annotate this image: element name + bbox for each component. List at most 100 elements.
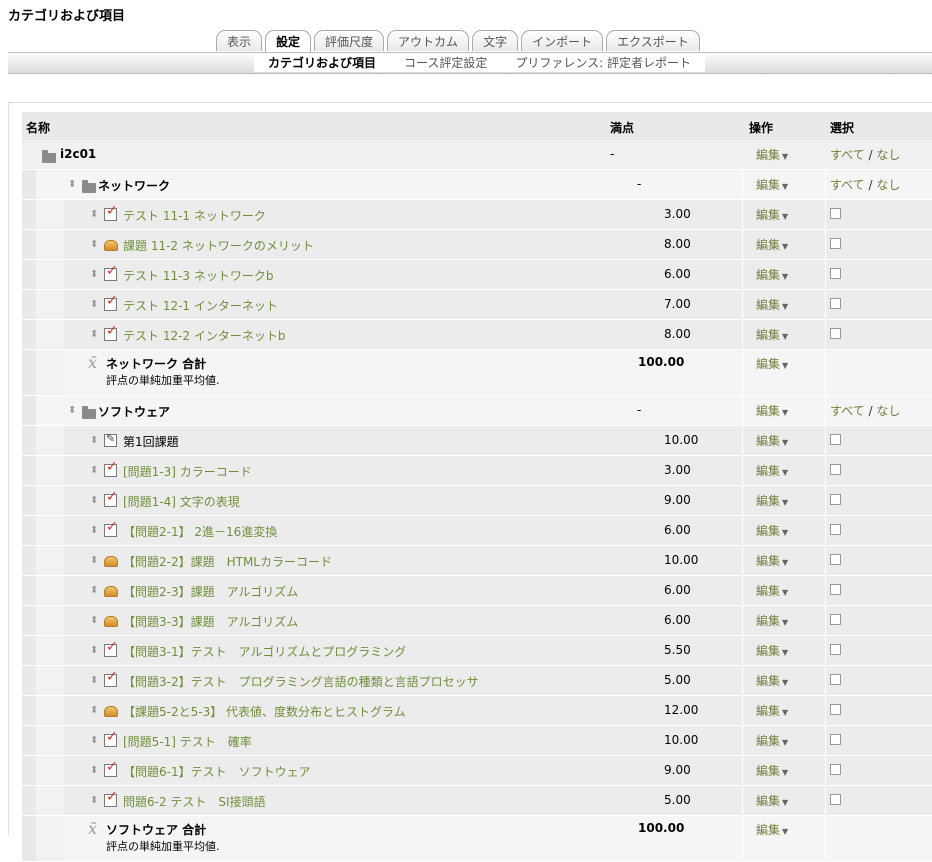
edit-menu[interactable]: 編集 ▼ bbox=[756, 355, 788, 372]
select-all-link[interactable]: すべて bbox=[830, 404, 865, 418]
item-name[interactable]: テスト 12-2 インターネットb bbox=[123, 327, 285, 344]
subtab-1[interactable]: コース評定設定 bbox=[390, 54, 501, 72]
tab-5[interactable]: インポート bbox=[521, 30, 604, 51]
move-icon[interactable]: ⬍ bbox=[90, 645, 102, 656]
move-icon[interactable]: ⬍ bbox=[90, 705, 102, 716]
tab-6[interactable]: エクスポート bbox=[606, 30, 700, 51]
edit-menu[interactable]: 編集 ▼ bbox=[756, 612, 788, 629]
max-grade: - bbox=[637, 177, 642, 191]
item-name[interactable]: 【問題6-1】テスト ソフトウェア bbox=[123, 763, 311, 780]
move-icon[interactable]: ⬍ bbox=[90, 585, 102, 596]
move-icon[interactable]: ⬍ bbox=[90, 495, 102, 506]
select-all-link[interactable]: すべて bbox=[830, 178, 865, 192]
edit-menu[interactable]: 編集 ▼ bbox=[756, 326, 788, 343]
move-icon[interactable]: ⬍ bbox=[68, 405, 80, 416]
edit-menu[interactable]: 編集 ▼ bbox=[756, 492, 788, 509]
move-icon[interactable]: ⬍ bbox=[90, 735, 102, 746]
edit-menu[interactable]: 編集 ▼ bbox=[756, 582, 788, 599]
item-name[interactable]: 【問題3-1】テスト アルゴリズムとプログラミング bbox=[123, 643, 406, 660]
item-name[interactable]: [問題1-4] 文字の表現 bbox=[123, 493, 240, 510]
move-icon[interactable]: ⬍ bbox=[90, 239, 102, 250]
select-checkbox[interactable] bbox=[830, 764, 841, 775]
select-none-link[interactable]: なし bbox=[876, 148, 900, 162]
move-icon[interactable]: ⬍ bbox=[90, 555, 102, 566]
edit-menu[interactable]: 編集 ▼ bbox=[756, 792, 788, 809]
edit-menu[interactable]: 編集 ▼ bbox=[756, 702, 788, 719]
indent-level-1 bbox=[22, 320, 36, 349]
edit-menu[interactable]: 編集 ▼ bbox=[756, 432, 788, 449]
move-icon[interactable]: ⬍ bbox=[90, 435, 102, 446]
category-name: ソフトウェア bbox=[98, 405, 171, 419]
select-checkbox[interactable] bbox=[830, 524, 841, 535]
edit-menu[interactable]: 編集 ▼ bbox=[756, 402, 788, 419]
select-checkbox[interactable] bbox=[830, 614, 841, 625]
select-checkbox[interactable] bbox=[830, 704, 841, 715]
tab-1[interactable]: 設定 bbox=[265, 30, 312, 52]
subtab-2[interactable]: プリファレンス: 評定者レポート bbox=[501, 54, 705, 72]
total-name: ネットワーク 合計 bbox=[106, 357, 207, 371]
move-icon[interactable]: ⬍ bbox=[90, 329, 102, 340]
edit-menu[interactable]: 編集 ▼ bbox=[756, 296, 788, 313]
select-checkbox[interactable] bbox=[830, 794, 841, 805]
select-none-link[interactable]: なし bbox=[876, 404, 900, 418]
edit-menu[interactable]: 編集 ▼ bbox=[756, 552, 788, 569]
item-name[interactable]: [問題5-1] テスト 確率 bbox=[123, 733, 252, 750]
item-name[interactable]: 問題6-2 テスト SI接頭語 bbox=[123, 793, 266, 810]
item-name[interactable]: 【課題5-2と5-3】 代表値、度数分布とヒストグラム bbox=[123, 703, 406, 720]
item-name[interactable]: 【問題3-2】テスト プログラミング言語の種類と言語プロセッサ bbox=[123, 673, 479, 690]
item-name[interactable]: 【問題2-3】課題 アルゴリズム bbox=[123, 583, 298, 600]
move-icon[interactable]: ⬍ bbox=[90, 615, 102, 626]
move-icon[interactable]: ⬍ bbox=[90, 795, 102, 806]
tab-4[interactable]: 文字 bbox=[472, 30, 519, 51]
select-checkbox[interactable] bbox=[830, 298, 841, 309]
item-name[interactable]: 【問題2-1】 2進－16進変換 bbox=[123, 523, 277, 540]
edit-menu[interactable]: 編集 ▼ bbox=[756, 236, 788, 253]
edit-menu[interactable]: 編集 ▼ bbox=[756, 176, 788, 193]
item-name[interactable]: テスト 11-1 ネットワーク bbox=[123, 207, 266, 224]
edit-menu[interactable]: 編集 ▼ bbox=[756, 206, 788, 223]
item-name[interactable]: テスト 12-1 インターネット bbox=[123, 297, 278, 314]
select-checkbox[interactable] bbox=[830, 208, 841, 219]
tab-0[interactable]: 表示 bbox=[216, 30, 263, 51]
item-name[interactable]: 【問題2-2】課題 HTMLカラーコード bbox=[123, 553, 332, 570]
select-checkbox[interactable] bbox=[830, 554, 841, 565]
move-icon[interactable]: ⬍ bbox=[90, 765, 102, 776]
edit-menu[interactable]: 編集 ▼ bbox=[756, 642, 788, 659]
item-name[interactable]: 【問題3-3】課題 アルゴリズム bbox=[123, 613, 298, 630]
select-checkbox[interactable] bbox=[830, 674, 841, 685]
edit-menu[interactable]: 編集 ▼ bbox=[756, 146, 788, 163]
select-checkbox[interactable] bbox=[830, 434, 841, 445]
edit-label: 編集 bbox=[756, 704, 781, 718]
item-name[interactable]: 課題 11-2 ネットワークのメリット bbox=[123, 237, 314, 254]
move-icon[interactable]: ⬍ bbox=[90, 209, 102, 220]
subtab-0[interactable]: カテゴリおよび項目 bbox=[254, 54, 390, 72]
edit-menu[interactable]: 編集 ▼ bbox=[756, 821, 788, 838]
edit-menu[interactable]: 編集 ▼ bbox=[756, 522, 788, 539]
select-checkbox[interactable] bbox=[830, 494, 841, 505]
select-none-link[interactable]: なし bbox=[876, 178, 900, 192]
select-checkbox[interactable] bbox=[830, 268, 841, 279]
move-icon[interactable]: ⬍ bbox=[90, 675, 102, 686]
edit-menu[interactable]: 編集 ▼ bbox=[756, 732, 788, 749]
select-checkbox[interactable] bbox=[830, 328, 841, 339]
move-icon[interactable]: ⬍ bbox=[90, 465, 102, 476]
item-name[interactable]: テスト 11-3 ネットワークb bbox=[123, 267, 273, 284]
move-icon[interactable]: ⬍ bbox=[90, 269, 102, 280]
select-checkbox[interactable] bbox=[830, 238, 841, 249]
tab-3[interactable]: アウトカム bbox=[387, 30, 470, 51]
select-checkbox[interactable] bbox=[830, 734, 841, 745]
select-all-link[interactable]: すべて bbox=[830, 148, 865, 162]
select-checkbox[interactable] bbox=[830, 644, 841, 655]
tab-2[interactable]: 評価尺度 bbox=[314, 30, 385, 51]
edit-menu[interactable]: 編集 ▼ bbox=[756, 672, 788, 689]
move-icon[interactable]: ⬍ bbox=[90, 299, 102, 310]
select-checkbox[interactable] bbox=[830, 464, 841, 475]
move-icon[interactable]: ⬍ bbox=[90, 525, 102, 536]
edit-menu[interactable]: 編集 ▼ bbox=[756, 462, 788, 479]
item-name[interactable]: [問題1-3] カラーコード bbox=[123, 463, 252, 480]
move-icon[interactable]: ⬍ bbox=[68, 179, 80, 190]
edit-menu[interactable]: 編集 ▼ bbox=[756, 266, 788, 283]
item-name[interactable]: 第1回課題 bbox=[123, 433, 179, 450]
select-checkbox[interactable] bbox=[830, 584, 841, 595]
edit-menu[interactable]: 編集 ▼ bbox=[756, 762, 788, 779]
